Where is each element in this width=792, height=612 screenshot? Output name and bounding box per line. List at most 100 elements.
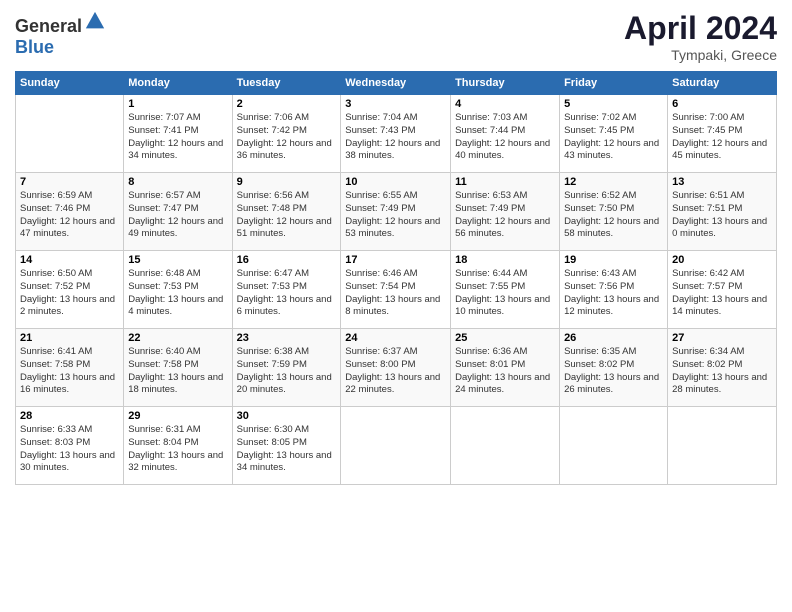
day-number: 4 bbox=[455, 98, 555, 110]
day-info: Sunrise: 6:59 AMSunset: 7:46 PMDaylight:… bbox=[20, 190, 119, 241]
day-number: 9 bbox=[237, 176, 337, 188]
day-number: 3 bbox=[345, 98, 446, 110]
table-row: 8 Sunrise: 6:57 AMSunset: 7:47 PMDaylight… bbox=[124, 173, 232, 251]
sunrise-text: Sunrise: 6:42 AM bbox=[672, 268, 744, 279]
daylight-text: Daylight: 12 hours and 36 minutes. bbox=[237, 138, 332, 162]
daylight-text: Daylight: 12 hours and 43 minutes. bbox=[564, 138, 659, 162]
table-row: 12Sunrise: 6:52 AMSunset: 7:50 PMDayligh… bbox=[560, 173, 668, 251]
sunrise-text: Sunrise: 6:51 AM bbox=[672, 190, 744, 201]
daylight-text: Daylight: 13 hours and 34 minutes. bbox=[237, 450, 332, 474]
day-number: 17 bbox=[345, 254, 446, 266]
sunset-text: Sunset: 7:49 PM bbox=[345, 203, 415, 214]
table-row: 4Sunrise: 7:03 AMSunset: 7:44 PMDaylight… bbox=[451, 95, 560, 173]
sunset-text: Sunset: 8:02 PM bbox=[672, 359, 742, 370]
daylight-text: Daylight: 13 hours and 22 minutes. bbox=[345, 372, 440, 396]
table-row bbox=[341, 407, 451, 485]
sunrise-text: Sunrise: 6:47 AM bbox=[237, 268, 309, 279]
sunrise-text: Sunrise: 6:46 AM bbox=[345, 268, 417, 279]
daylight-text: Daylight: 13 hours and 4 minutes. bbox=[128, 294, 223, 318]
sunrise-text: Sunrise: 6:38 AM bbox=[237, 346, 309, 357]
day-info: Sunrise: 6:57 AMSunset: 7:47 PMDaylight:… bbox=[128, 190, 227, 241]
daylight-text: Daylight: 13 hours and 2 minutes. bbox=[20, 294, 115, 318]
day-number: 29 bbox=[128, 410, 227, 422]
table-row: 28Sunrise: 6:33 AMSunset: 8:03 PMDayligh… bbox=[16, 407, 124, 485]
sunrise-text: Sunrise: 6:35 AM bbox=[564, 346, 636, 357]
day-info: Sunrise: 6:48 AM Sunset: 7:53 PM Daylight:… bbox=[128, 268, 227, 319]
day-number: 24 bbox=[345, 332, 446, 344]
sunset-text: Sunset: 7:57 PM bbox=[672, 281, 742, 292]
day-info: Sunrise: 7:04 AM Sunset: 7:43 PM Daylight:… bbox=[345, 112, 446, 163]
sunset-text: Sunset: 8:03 PM bbox=[20, 437, 90, 448]
sunset-text: Sunset: 7:45 PM bbox=[672, 125, 742, 136]
sunset-text: Sunset: 8:04 PM bbox=[128, 437, 198, 448]
daylight-text: Daylight: 12 hours and 45 minutes. bbox=[672, 138, 767, 162]
day-number: 26 bbox=[564, 332, 663, 344]
table-row: 1Sunrise: 7:07 AMSunset: 7:41 PMDaylight… bbox=[124, 95, 232, 173]
sunrise-text: Sunrise: 6:50 AM bbox=[20, 268, 92, 279]
daylight-text: Daylight: 12 hours and 47 minutes. bbox=[20, 216, 115, 240]
sunrise-text: Sunrise: 6:31 AM bbox=[128, 424, 200, 435]
logo-blue: Blue bbox=[15, 37, 54, 57]
day-number: 8 bbox=[128, 176, 227, 188]
sunset-text: Sunset: 8:05 PM bbox=[237, 437, 307, 448]
sunset-text: Sunset: 7:53 PM bbox=[237, 281, 307, 292]
day-info: Sunrise: 6:37 AM Sunset: 8:00 PM Daylight:… bbox=[345, 346, 446, 397]
table-row: 16Sunrise: 6:47 AMSunset: 7:53 PMDayligh… bbox=[232, 251, 341, 329]
day-info: Sunrise: 6:35 AMSunset: 8:02 PMDaylight:… bbox=[564, 346, 663, 397]
daylight-text: Daylight: 13 hours and 30 minutes. bbox=[20, 450, 115, 474]
sunrise-text: Sunrise: 6:48 AM bbox=[128, 268, 200, 279]
day-number: 1 bbox=[128, 98, 227, 110]
table-row: 29 Sunrise: 6:31 AM Sunset: 8:04 PM Dayligh… bbox=[124, 407, 232, 485]
col-sunday: Sunday bbox=[16, 72, 124, 95]
daylight-text: Daylight: 13 hours and 32 minutes. bbox=[128, 450, 223, 474]
sunrise-text: Sunrise: 6:37 AM bbox=[345, 346, 417, 357]
day-number: 14 bbox=[20, 254, 119, 266]
daylight-text: Daylight: 12 hours and 58 minutes. bbox=[564, 216, 659, 240]
calendar-week-row: 21Sunrise: 6:41 AMSunset: 7:58 PMDayligh… bbox=[16, 329, 777, 407]
table-row: 19Sunrise: 6:43 AMSunset: 7:56 PMDayligh… bbox=[560, 251, 668, 329]
col-monday: Monday bbox=[124, 72, 232, 95]
sunrise-text: Sunrise: 6:43 AM bbox=[564, 268, 636, 279]
day-info: Sunrise: 6:47 AMSunset: 7:53 PMDaylight:… bbox=[237, 268, 337, 319]
day-number: 18 bbox=[455, 254, 555, 266]
sunset-text: Sunset: 7:44 PM bbox=[455, 125, 525, 136]
col-tuesday: Tuesday bbox=[232, 72, 341, 95]
sunrise-text: Sunrise: 7:06 AM bbox=[237, 112, 309, 123]
daylight-text: Daylight: 12 hours and 49 minutes. bbox=[128, 216, 223, 240]
table-row: 13Sunrise: 6:51 AMSunset: 7:51 PMDayligh… bbox=[668, 173, 777, 251]
sunset-text: Sunset: 7:56 PM bbox=[564, 281, 634, 292]
table-row: 26 Sunrise: 6:35 AMSunset: 8:02 PMDayligh… bbox=[560, 329, 668, 407]
daylight-text: Daylight: 13 hours and 14 minutes. bbox=[672, 294, 767, 318]
daylight-text: Daylight: 12 hours and 38 minutes. bbox=[345, 138, 440, 162]
day-number: 22 bbox=[128, 332, 227, 344]
table-row: 20Sunrise: 6:42 AMSunset: 7:57 PMDayligh… bbox=[668, 251, 777, 329]
sunrise-text: Sunrise: 6:40 AM bbox=[128, 346, 200, 357]
logo-text: General Blue bbox=[15, 10, 106, 58]
day-info: Sunrise: 6:40 AMSunset: 7:58 PMDaylight:… bbox=[128, 346, 227, 397]
day-info: Sunrise: 6:41 AMSunset: 7:58 PMDaylight:… bbox=[20, 346, 119, 397]
col-saturday: Saturday bbox=[668, 72, 777, 95]
sunset-text: Sunset: 7:43 PM bbox=[345, 125, 415, 136]
table-row: 25Sunrise: 6:36 AMSunset: 8:01 PMDayligh… bbox=[451, 329, 560, 407]
sunset-text: Sunset: 8:00 PM bbox=[345, 359, 415, 370]
table-row: 22Sunrise: 6:40 AMSunset: 7:58 PMDayligh… bbox=[124, 329, 232, 407]
calendar-week-row: 7Sunrise: 6:59 AMSunset: 7:46 PMDaylight… bbox=[16, 173, 777, 251]
day-info: Sunrise: 6:31 AM Sunset: 8:04 PM Daylight:… bbox=[128, 424, 227, 475]
daylight-text: Daylight: 13 hours and 8 minutes. bbox=[345, 294, 440, 318]
sunrise-text: Sunrise: 6:36 AM bbox=[455, 346, 527, 357]
sunrise-text: Sunrise: 7:04 AM bbox=[345, 112, 417, 123]
page-header: General Blue April 2024 Tympaki, Greece bbox=[15, 10, 777, 63]
day-number: 11 bbox=[455, 176, 555, 188]
sunset-text: Sunset: 7:58 PM bbox=[128, 359, 198, 370]
table-row: 6Sunrise: 7:00 AMSunset: 7:45 PMDaylight… bbox=[668, 95, 777, 173]
daylight-text: Daylight: 12 hours and 34 minutes. bbox=[128, 138, 223, 162]
table-row: 27Sunrise: 6:34 AMSunset: 8:02 PMDayligh… bbox=[668, 329, 777, 407]
day-number: 23 bbox=[237, 332, 337, 344]
day-number: 15 bbox=[128, 254, 227, 266]
sunset-text: Sunset: 7:41 PM bbox=[128, 125, 198, 136]
day-number: 12 bbox=[564, 176, 663, 188]
daylight-text: Daylight: 13 hours and 0 minutes. bbox=[672, 216, 767, 240]
day-info: Sunrise: 7:06 AMSunset: 7:42 PMDaylight:… bbox=[237, 112, 337, 163]
sunset-text: Sunset: 7:53 PM bbox=[128, 281, 198, 292]
sunset-text: Sunset: 7:49 PM bbox=[455, 203, 525, 214]
